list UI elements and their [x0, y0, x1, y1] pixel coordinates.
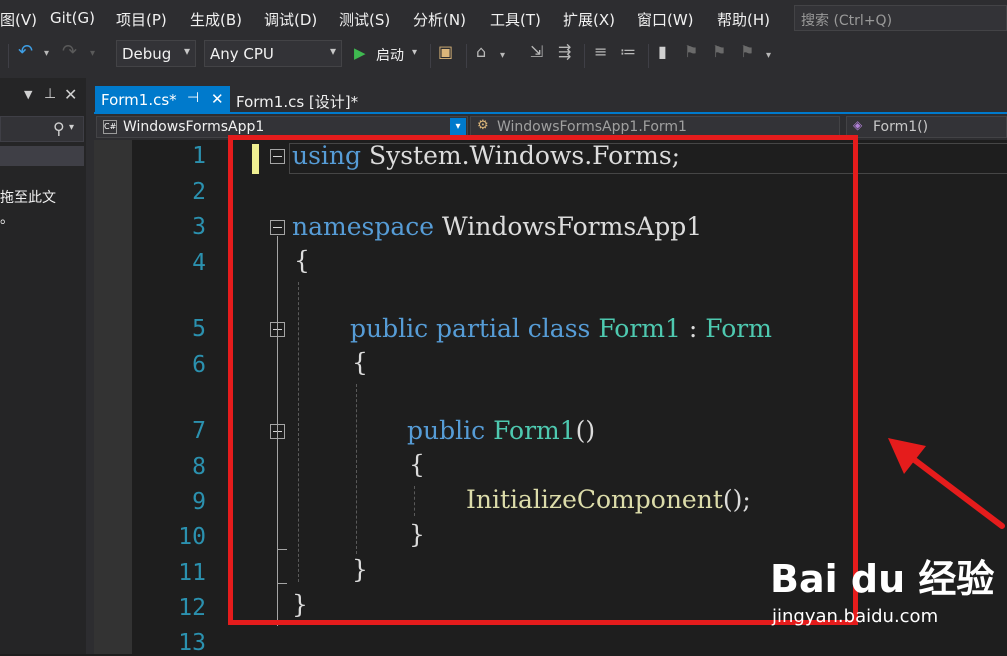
step-over-icon[interactable]: ⇶: [558, 42, 571, 61]
toolbar-separator: [8, 44, 9, 68]
close-icon[interactable]: ✕: [64, 85, 77, 104]
line-number: 1: [192, 143, 206, 169]
line-number: 8: [192, 454, 206, 480]
menu-test[interactable]: 测试(S): [339, 9, 390, 30]
undo-icon[interactable]: ↶: [18, 41, 33, 62]
panel-splitter[interactable]: [86, 78, 94, 654]
tab-form1-cs[interactable]: Form1.cs* ⊣ ✕: [95, 86, 230, 114]
project-name: WindowsFormsApp1: [123, 119, 265, 135]
folder-search-icon[interactable]: ▣: [438, 42, 453, 61]
menu-tools[interactable]: 工具(T): [490, 9, 541, 30]
menu-debug[interactable]: 调试(D): [264, 9, 317, 30]
menu-help[interactable]: 帮助(H): [717, 9, 770, 30]
menu-bar: 图(V) Git(G) 项目(P) 生成(B) 调试(D) 测试(S) 分析(N…: [0, 0, 1007, 36]
pin-icon[interactable]: ⊣: [187, 90, 199, 106]
toolbox-empty-message: 项拖至此文 箱。: [0, 188, 56, 230]
comment-icon[interactable]: ≔: [620, 42, 636, 61]
clear-bookmarks-icon[interactable]: ⚑: [740, 42, 754, 61]
pin-icon[interactable]: ⊥: [44, 86, 56, 102]
prev-bookmark-icon[interactable]: ⚑: [684, 42, 698, 61]
chevron-down-icon[interactable]: ▾: [450, 118, 466, 136]
menu-build[interactable]: 生成(B): [190, 9, 242, 30]
watermark-url: jingyan.baidu.com: [772, 606, 939, 627]
toolbar-separator: [648, 44, 649, 68]
chevron-down-icon: ▾: [412, 47, 418, 58]
redo-icon[interactable]: ↷: [62, 41, 77, 62]
line-number: 4: [192, 250, 206, 276]
toolbar: ↶ ▾ ↷ ▾ Debug ▾ Any CPU ▾ ▶ 启动 ▾ ▣ ⌂ ▾ ⇲…: [0, 36, 1007, 78]
line-number: 10: [178, 524, 206, 550]
bookmark-icon[interactable]: ▮: [658, 42, 667, 61]
watermark-logo: Bai du 经验: [770, 557, 995, 601]
toolbox-search-input[interactable]: ⚲ ▾: [0, 116, 84, 142]
line-number: 12: [178, 595, 206, 621]
search-icon: ⚲: [53, 119, 65, 138]
indicator-margin: [94, 140, 132, 654]
menu-extensions[interactable]: 扩展(X): [563, 9, 615, 30]
toolbox-message-line2: 箱。: [0, 211, 14, 227]
step-into-icon[interactable]: ⇲: [530, 42, 543, 61]
csharp-file-icon: C#: [103, 120, 117, 134]
line-number: 3: [192, 214, 206, 240]
tab-label: Form1.cs*: [101, 91, 177, 109]
line-number: 13: [178, 630, 206, 656]
config-value: Debug: [122, 45, 172, 63]
start-button[interactable]: ▶ 启动 ▾: [350, 40, 426, 67]
platform-value: Any CPU: [210, 45, 274, 63]
line-number: 7: [192, 418, 206, 444]
member-name: Form1(): [873, 119, 929, 135]
undo-dropdown-icon[interactable]: ▾: [44, 48, 49, 59]
redo-dropdown-icon[interactable]: ▾: [90, 48, 95, 59]
line-number: 9: [192, 489, 206, 515]
search-input[interactable]: 搜索 (Ctrl+Q): [794, 5, 1007, 31]
toolbox-header: ▼ ⊥ ✕: [0, 85, 86, 110]
start-label: 启动: [376, 48, 404, 64]
tab-form1-design[interactable]: Form1.cs [设计]*: [236, 91, 358, 112]
line-number: 5: [192, 316, 206, 342]
annotation-highlight-box: [228, 135, 858, 625]
search-placeholder: 搜索 (Ctrl+Q): [801, 13, 893, 29]
config-dropdown[interactable]: Debug ▾: [116, 40, 196, 67]
platform-dropdown[interactable]: Any CPU ▾: [204, 40, 342, 67]
chevron-down-icon: ▾: [69, 122, 75, 133]
class-name: WindowsFormsApp1.Form1: [497, 119, 687, 135]
member-dropdown[interactable]: ◈ Form1(): [846, 116, 1007, 138]
menu-git[interactable]: Git(G): [50, 9, 95, 27]
menu-project[interactable]: 项目(P): [116, 9, 167, 30]
toolbox-message-line1: 项拖至此文: [0, 190, 56, 206]
line-number: 6: [192, 352, 206, 378]
toolbar-separator: [430, 44, 431, 68]
annotation-arrow-icon: [888, 438, 1005, 529]
toolbox-group-header[interactable]: [0, 146, 84, 166]
class-icon: ⚙: [477, 118, 489, 133]
close-icon[interactable]: ✕: [211, 90, 224, 108]
chevron-down-icon[interactable]: ▼: [24, 88, 32, 101]
toolbar-separator: [466, 44, 467, 68]
play-icon: ▶: [354, 44, 366, 62]
menu-analyze[interactable]: 分析(N): [413, 9, 466, 30]
toolbar-overflow-icon[interactable]: ▾: [766, 50, 771, 61]
overflow-dropdown-icon[interactable]: ▾: [500, 50, 505, 61]
line-number: 11: [178, 560, 206, 586]
chevron-down-icon: ▾: [183, 44, 190, 58]
document-tab-strip: Form1.cs* ⊣ ✕ Form1.cs [设计]*: [94, 78, 1007, 114]
browser-home-icon[interactable]: ⌂: [476, 42, 486, 61]
menu-window[interactable]: 窗口(W): [637, 9, 694, 30]
line-number: 2: [192, 179, 206, 205]
chevron-down-icon: ▾: [329, 44, 336, 58]
next-bookmark-icon[interactable]: ⚑: [712, 42, 726, 61]
menu-view[interactable]: 图(V): [0, 9, 37, 30]
toolbox-panel: ▼ ⊥ ✕ ⚲ ▾ 项拖至此文 箱。: [0, 78, 86, 654]
indent-icon[interactable]: ≡: [594, 42, 607, 61]
toolbar-separator: [584, 44, 585, 68]
method-icon: ◈: [853, 118, 863, 132]
